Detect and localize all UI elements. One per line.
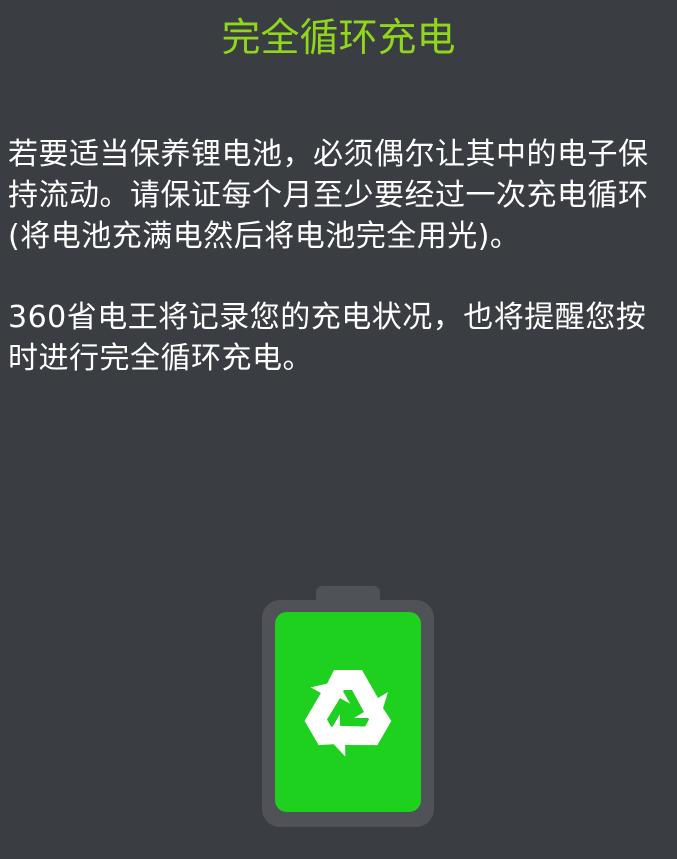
- info-paragraph-battery-care: 若要适当保养锂电池，必须偶尔让其中的电子保持流动。请保证每个月至少要经过一次充电…: [8, 137, 649, 254]
- page-title: 完全循环充电: [221, 16, 456, 61]
- battery-recycle-icon: [258, 586, 438, 831]
- info-paragraph-reminder: 360省电王将记录您的充电状况，也将提醒您按时进行完全循环充电。: [8, 300, 647, 376]
- battery-fill: [275, 612, 421, 812]
